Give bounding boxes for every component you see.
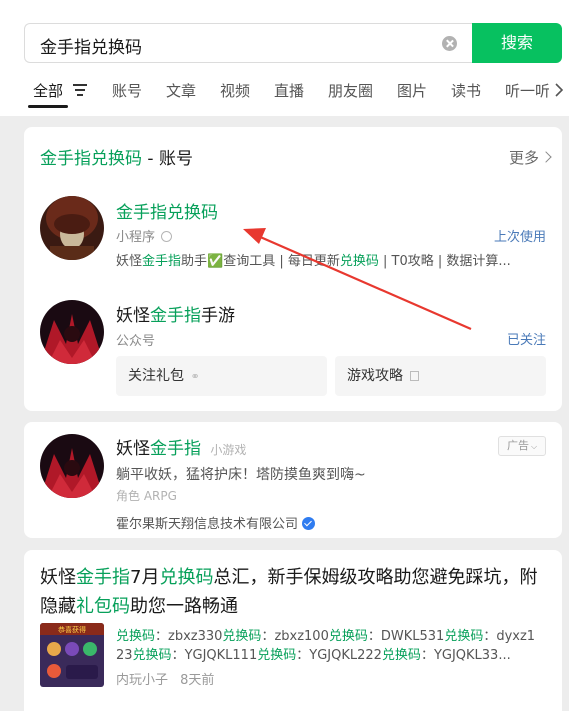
title-part: 助您一路畅通 [130, 596, 238, 617]
avatar[interactable] [40, 300, 104, 364]
title-part: 妖怪 [40, 567, 76, 588]
mini-program-desc: 妖怪金手指助手✅查询工具 | 每日更新兑换码 | T0攻略 | 数据计算... [116, 250, 548, 269]
chevron-down-icon: ⌵ [530, 442, 538, 451]
section-title-keyword: 金手指兑换码 [40, 149, 142, 169]
game-genre: 角色 ARPG [116, 489, 177, 503]
more-label: 更多 [508, 149, 539, 167]
tab-moments[interactable]: 朋友圈 [328, 80, 373, 101]
tab-live[interactable]: 直播 [274, 80, 304, 101]
article-snippet-line: 兑换码：zbxz330兑换码：zbxz100兑换码：DWKL531兑换码：dyx… [116, 625, 546, 644]
thumb-caption: 恭喜获得 [58, 625, 86, 634]
search-header: 金手指兑换码 搜索 全部 账号 文章 视频 直播 朋友圈 图片 读书 听一听 [0, 0, 569, 116]
official-account-type: 公众号 [116, 334, 156, 349]
snippet-part: ：zbxz330 [155, 629, 223, 644]
title-keyword: 兑换码 [159, 567, 214, 588]
filter-icon[interactable] [73, 84, 87, 96]
tab-listen[interactable]: 听一听 [505, 80, 549, 101]
article-source: 内玩小子 [116, 673, 169, 688]
snippet-keyword: 兑换码 [381, 648, 421, 663]
name-part: 妖怪 [116, 439, 150, 459]
snippet-keyword: 兑换码 [116, 629, 156, 644]
section-title-suffix: - 账号 [142, 149, 193, 169]
tab-videos[interactable]: 视频 [220, 80, 250, 101]
search-input[interactable]: 金手指兑换码 [24, 23, 472, 63]
ad-badge[interactable]: 广告 ⌵ [498, 436, 546, 456]
verified-icon [302, 517, 316, 530]
snippet-part: 23 [116, 648, 133, 663]
tab-images[interactable]: 图片 [397, 80, 427, 101]
more-button[interactable]: 更多 [508, 147, 552, 168]
article-time: 8天前 [180, 673, 215, 688]
gift-pack-button[interactable]: 关注礼包 ⚭ [116, 356, 327, 396]
mini-program-icon [161, 231, 173, 242]
search-button[interactable]: 搜索 [472, 23, 562, 63]
game-ad-card[interactable]: 妖怪金手指 小游戏 广告 ⌵ 躺平收妖，猛将护床！塔防摸鱼爽到嗨~ 角色 ARPG… [24, 422, 562, 538]
chevron-right-icon [540, 151, 552, 163]
snippet-part: ：dyxz1 [483, 629, 536, 644]
link-icon: ⚭ [190, 370, 200, 383]
desc-part: 妖怪 [116, 254, 143, 269]
snippet-keyword: 兑换码 [257, 648, 297, 663]
avatar[interactable] [40, 434, 104, 498]
followed-tag: 已关注 [506, 333, 546, 348]
article-thumbnail: 恭喜获得 [40, 623, 104, 687]
desc-keyword: 兑换码 [339, 254, 379, 269]
name-keyword: 金手指 [150, 306, 201, 326]
article-card[interactable]: 妖怪金手指7月兑换码总汇，新手保姆级攻略助您避免踩坑，附隐藏礼包码助您一路畅通 … [24, 550, 562, 711]
developer-name: 霍尔果斯天翔信息技术有限公司 [116, 517, 299, 532]
game-tagline: 躺平收妖，猛将护床！塔防摸鱼爽到嗨~ [116, 467, 366, 483]
snippet-keyword: 兑换码 [328, 629, 368, 644]
game-developer: 霍尔果斯天翔信息技术有限公司 [116, 513, 316, 532]
mini-program-avatar-image [40, 196, 104, 260]
avatar[interactable] [40, 196, 104, 260]
snippet-part: ：zbxz100 [261, 629, 329, 644]
official-account-avatar-image [40, 300, 104, 364]
snippet-part: ：YGJQKL111 [171, 648, 258, 663]
section-title: 金手指兑换码 - 账号 [40, 144, 193, 169]
game-avatar-image [40, 434, 104, 498]
snippet-part: ：YGJQKL222 [296, 648, 382, 663]
name-keyword: 金手指 [150, 439, 201, 459]
mini-program-type: 小程序 [116, 226, 173, 245]
title-part: 7月 [130, 567, 160, 588]
gift-pack-label: 关注礼包 [128, 368, 184, 384]
snippet-keyword: 兑换码 [444, 629, 484, 644]
tab-books[interactable]: 读书 [451, 80, 481, 101]
desc-part: | T0攻略 | 数据计算... [378, 254, 511, 269]
mini-program-type-label: 小程序 [116, 230, 156, 245]
clear-icon[interactable] [442, 36, 457, 51]
accounts-card: 金手指兑换码 - 账号 更多 金手指兑换码 小程序 上次使用 妖怪金手指助手✅查… [24, 127, 562, 411]
last-used-tag: 上次使用 [493, 230, 546, 245]
article-thumbnail-image: 恭喜获得 [40, 623, 104, 687]
tab-accounts[interactable]: 账号 [112, 80, 142, 101]
name-part: 妖怪 [116, 306, 150, 326]
article-meta: 内玩小子 8天前 [116, 669, 214, 688]
mini-program-name[interactable]: 金手指兑换码 [116, 198, 218, 223]
name-part: 手游 [201, 306, 235, 326]
title-keyword: 礼包码 [76, 596, 130, 617]
article-icon [410, 371, 420, 381]
tab-all[interactable]: 全部 [33, 80, 63, 101]
snippet-keyword: 兑换码 [222, 629, 262, 644]
official-account-name[interactable]: 妖怪金手指手游 [116, 301, 235, 326]
search-query-text: 金手指兑换码 [40, 38, 142, 58]
game-guide-label: 游戏攻略 [347, 368, 403, 384]
snippet-keyword: 兑换码 [132, 648, 172, 663]
article-snippet-line: 23兑换码：YGJQKL111兑换码：YGJQKL222兑换码：YGJQKL33… [116, 644, 546, 663]
game-guide-button[interactable]: 游戏攻略 [335, 356, 546, 396]
desc-part: 助手✅查询工具 | 每日更新 [181, 254, 340, 269]
desc-keyword: 金手指 [142, 254, 182, 269]
game-category: 小游戏 [210, 443, 247, 457]
title-keyword: 金手指 [76, 567, 130, 588]
snippet-part: ：YGJQKL33... [420, 648, 511, 663]
active-tab-indicator [28, 105, 68, 108]
ad-label: 广告 [506, 439, 529, 452]
game-name[interactable]: 妖怪金手指 小游戏 [116, 434, 246, 459]
article-title[interactable]: 妖怪金手指7月兑换码总汇，新手保姆级攻略助您避免踩坑，附隐藏礼包码助您一路畅通 [40, 563, 546, 621]
chevron-right-icon[interactable] [554, 82, 564, 98]
tab-articles[interactable]: 文章 [166, 80, 196, 101]
snippet-part: ：DWKL531 [367, 629, 445, 644]
